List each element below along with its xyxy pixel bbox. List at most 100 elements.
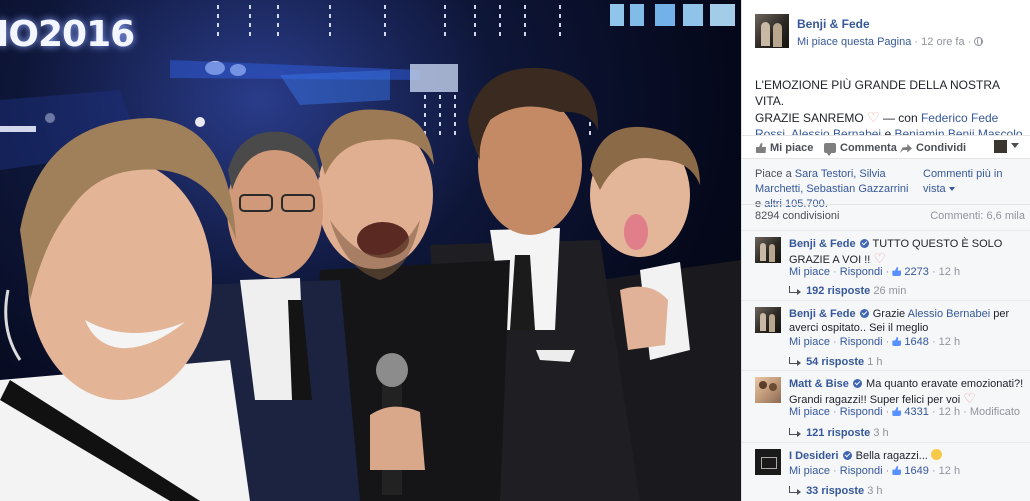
like-count-icon — [892, 267, 902, 276]
globe-icon — [974, 37, 984, 46]
like-page-link[interactable]: Mi piace questa Pagina — [797, 36, 911, 48]
comment-reply-link[interactable]: Rispondi — [840, 336, 883, 348]
post-text-line1: L'EMOZIONE PIÙ GRANDE DELLA NOSTRA VITA. — [755, 78, 1000, 108]
comment-item: Matt & Bise Ma quanto eravate emozionati… — [742, 370, 1030, 442]
comment-body: Benji & Fede Grazie Alessio Bernabei per… — [789, 307, 1025, 335]
replies-count: 121 risposte — [806, 427, 871, 439]
verified-badge-icon — [859, 239, 869, 248]
comment-button[interactable]: Commenta — [824, 142, 897, 156]
heart-icon: ♡ — [963, 390, 976, 406]
shares-row: 8294 condivisioni Commenti: 6,6 mila — [742, 204, 1030, 224]
like-count-icon — [892, 407, 902, 416]
comments-count: Commenti: 6,6 mila — [930, 210, 1025, 222]
avatar[interactable] — [755, 449, 781, 475]
comment-meta: Mi piace · Rispondi · 4331 · 12 h · Modi… — [789, 406, 1021, 418]
page-avatar[interactable] — [755, 14, 789, 48]
view-replies-link[interactable]: 192 risposte 26 min — [789, 285, 906, 297]
comment-item: Benji & Fede Grazie Alessio Bernabei per… — [742, 300, 1030, 370]
comment-author[interactable]: Matt & Bise — [789, 378, 849, 390]
wink-emoji-icon — [930, 449, 942, 460]
replies-time: 26 min — [873, 285, 907, 297]
comment-author[interactable]: Benji & Fede — [789, 308, 856, 320]
caret-down-icon — [948, 187, 955, 191]
post-panel: Benji & Fede Mi piace questa Pagina · 12… — [741, 0, 1030, 501]
reply-arrow-icon — [789, 428, 801, 437]
comment-button-label: Commenta — [840, 142, 897, 154]
comment-item: I Desideri Bella ragazzi... Mi piace · R… — [742, 442, 1030, 501]
like-count-icon — [892, 337, 902, 346]
post-photo[interactable]: IO2016 — [0, 0, 741, 501]
chevron-down-icon[interactable] — [1011, 143, 1019, 148]
comment-time[interactable]: 12 h — [939, 465, 960, 477]
comment-author[interactable]: Benji & Fede — [789, 238, 856, 250]
replies-time: 3 h — [873, 427, 889, 439]
comment-like-link[interactable]: Mi piace — [789, 266, 830, 278]
replies-count: 33 risposte — [806, 485, 865, 497]
post-time[interactable]: 12 ore fa — [921, 36, 964, 48]
comment-time[interactable]: 12 h — [939, 336, 960, 348]
post-meta: Mi piace questa Pagina · 12 ore fa · — [797, 36, 984, 48]
like-count-icon — [892, 466, 902, 475]
share-icon — [900, 144, 912, 153]
reply-arrow-icon — [789, 486, 801, 495]
page-name-link[interactable]: Benji & Fede — [797, 17, 870, 31]
with-label: — con — [882, 111, 918, 125]
replies-time: 3 h — [867, 485, 883, 497]
verified-badge-icon — [852, 379, 862, 388]
post-header: Benji & Fede Mi piace questa Pagina · 12… — [742, 0, 1030, 60]
comment-meta: Mi piace · Rispondi · 1649 · 12 h — [789, 465, 961, 477]
view-replies-link[interactable]: 54 risposte 1 h — [789, 356, 883, 368]
meta-separator: · — [967, 36, 975, 48]
avatar[interactable] — [755, 377, 781, 403]
comment-body: I Desideri Bella ragazzi... — [789, 449, 1025, 463]
comment-likes-count[interactable]: 4331 — [904, 406, 928, 418]
post-actions-bar: Mi piace Commenta Condividi — [742, 135, 1030, 159]
comment-body: Matt & Bise Ma quanto eravate emozionati… — [789, 377, 1025, 407]
comment-body: Benji & Fede TUTTO QUESTO È SOLO GRAZIE … — [789, 237, 1025, 267]
like-button-label: Mi piace — [770, 142, 814, 154]
verified-badge-icon — [859, 309, 869, 318]
actor-avatar[interactable] — [994, 140, 1007, 153]
comment-time[interactable]: 12 h — [939, 266, 960, 278]
comment-time[interactable]: 12 h — [939, 406, 960, 418]
comment-order-label: Commenti più in vista — [923, 168, 1003, 195]
post-text-line2: GRAZIE SANREMO — [755, 111, 864, 125]
comment-meta: Mi piace · Rispondi · 1648 · 12 h — [789, 336, 961, 348]
replies-time: 1 h — [867, 356, 883, 368]
comment-likes-count[interactable]: 1648 — [904, 336, 928, 348]
avatar[interactable] — [755, 237, 781, 263]
comment-edited[interactable]: Modificato — [970, 406, 1020, 418]
comment-tag[interactable]: Alessio Bernabei — [908, 308, 991, 320]
view-replies-link[interactable]: 121 risposte 3 h — [789, 427, 889, 439]
comment-likes-count[interactable]: 1649 — [904, 465, 928, 477]
thumbs-up-icon — [756, 143, 766, 153]
comment-text: Bella ragazzi... — [855, 450, 928, 462]
heart-icon: ♡ — [867, 109, 880, 125]
shares-count[interactable]: 8294 condivisioni — [755, 210, 839, 222]
comment-order-dropdown[interactable]: Commenti più in vista — [923, 167, 1028, 197]
comment-like-link[interactable]: Mi piace — [789, 406, 830, 418]
comment-like-link[interactable]: Mi piace — [789, 336, 830, 348]
verified-badge-icon — [842, 451, 852, 460]
share-button[interactable]: Condividi — [900, 142, 966, 154]
comment-icon — [824, 143, 836, 156]
heart-icon: ♡ — [873, 250, 886, 266]
comment-reply-link[interactable]: Rispondi — [840, 406, 883, 418]
avatar[interactable] — [755, 307, 781, 333]
likes-prefix: Piace a — [755, 168, 792, 180]
replies-count: 192 risposte — [806, 285, 871, 297]
comment-likes-count[interactable]: 2273 — [904, 266, 928, 278]
comment-meta: Mi piace · Rispondi · 2273 · 12 h — [789, 266, 961, 278]
post-text: L'EMOZIONE PIÙ GRANDE DELLA NOSTRA VITA.… — [755, 77, 1027, 142]
comment-reply-link[interactable]: Rispondi — [840, 465, 883, 477]
replies-count: 54 risposte — [806, 356, 865, 368]
reactions-and-comments: Piace a Sara Testori, Silvia Marchetti, … — [742, 159, 1030, 501]
comment-author[interactable]: I Desideri — [789, 450, 839, 462]
view-replies-link[interactable]: 33 risposte 3 h — [789, 485, 883, 497]
like-button[interactable]: Mi piace — [756, 142, 813, 154]
comment-like-link[interactable]: Mi piace — [789, 465, 830, 477]
comment-text-prefix: Grazie — [872, 308, 906, 320]
selfie-illustration — [0, 4, 741, 501]
comment-reply-link[interactable]: Rispondi — [840, 266, 883, 278]
share-button-label: Condividi — [916, 142, 967, 154]
